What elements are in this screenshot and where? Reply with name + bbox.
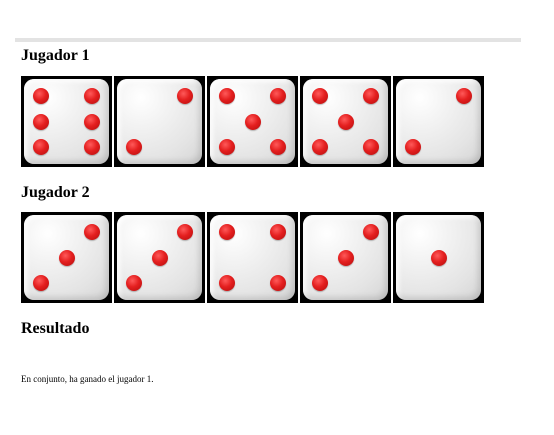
player1-die-2 xyxy=(114,76,205,167)
die-pip xyxy=(33,113,49,130)
die-pip xyxy=(456,88,472,104)
die-pip xyxy=(219,275,235,291)
die-pip xyxy=(244,113,261,130)
die-face xyxy=(210,215,295,300)
die-pip xyxy=(430,249,447,266)
die-pip xyxy=(363,224,379,240)
player2-dice-row xyxy=(21,212,487,303)
die-pip xyxy=(84,88,100,104)
player2-die-2 xyxy=(114,212,205,303)
player1-die-5 xyxy=(393,76,484,167)
player2-die-5 xyxy=(393,212,484,303)
top-divider xyxy=(15,38,521,42)
player1-heading: Jugador 1 xyxy=(21,47,90,64)
die-pip xyxy=(312,88,328,104)
die-pip xyxy=(270,88,286,104)
die-pip xyxy=(312,139,328,155)
die-face xyxy=(396,215,481,300)
die-face xyxy=(303,215,388,300)
die-pip xyxy=(270,224,286,240)
die-pip xyxy=(84,139,100,155)
die-pip xyxy=(219,224,235,240)
die-pip xyxy=(363,139,379,155)
die-pip xyxy=(33,88,49,104)
die-pip xyxy=(337,113,354,130)
result-heading: Resultado xyxy=(21,320,90,337)
die-pip xyxy=(219,139,235,155)
player1-die-4 xyxy=(300,76,391,167)
die-pip xyxy=(177,224,193,240)
player1-die-3 xyxy=(207,76,298,167)
die-face xyxy=(117,215,202,300)
player2-heading: Jugador 2 xyxy=(21,184,90,201)
die-pip xyxy=(219,88,235,104)
player2-die-1 xyxy=(21,212,112,303)
die-pip xyxy=(84,224,100,240)
die-pip xyxy=(126,275,142,291)
die-pip xyxy=(126,139,142,155)
die-pip xyxy=(405,139,421,155)
die-pip xyxy=(84,113,100,130)
die-pip xyxy=(177,88,193,104)
die-face xyxy=(210,79,295,164)
player1-die-1 xyxy=(21,76,112,167)
player2-die-3 xyxy=(207,212,298,303)
die-pip xyxy=(337,249,354,266)
die-pip xyxy=(151,249,168,266)
result-text: En conjunto, ha ganado el jugador 1. xyxy=(21,374,154,384)
die-pip xyxy=(312,275,328,291)
die-pip xyxy=(270,275,286,291)
die-pip xyxy=(58,249,75,266)
die-pip xyxy=(270,139,286,155)
die-pip xyxy=(33,139,49,155)
die-pip xyxy=(363,88,379,104)
die-face xyxy=(24,215,109,300)
die-pip xyxy=(33,275,49,291)
die-face xyxy=(396,79,481,164)
die-face xyxy=(24,79,109,164)
player1-dice-row xyxy=(21,76,487,167)
die-face xyxy=(303,79,388,164)
player2-die-4 xyxy=(300,212,391,303)
die-face xyxy=(117,79,202,164)
